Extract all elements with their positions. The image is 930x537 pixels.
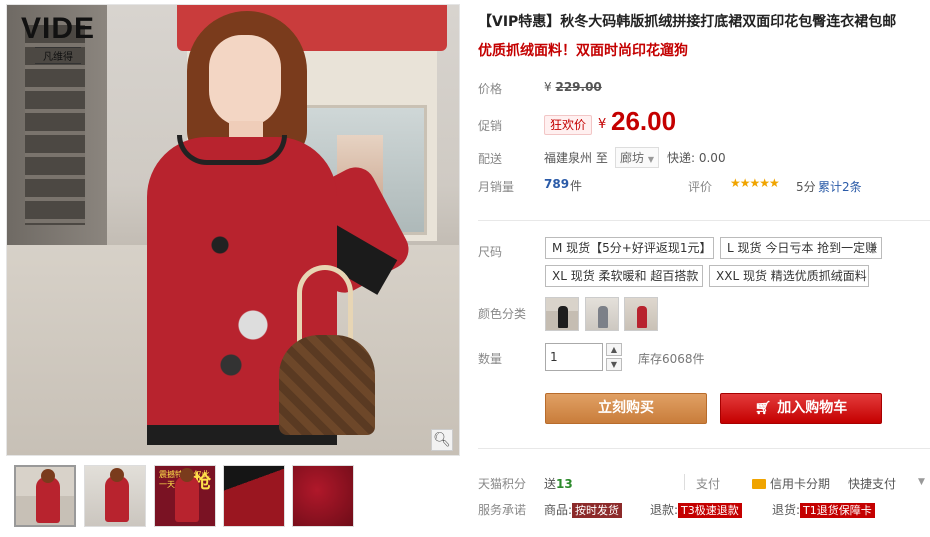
thumbnail-figure <box>175 468 199 522</box>
quantity-input[interactable] <box>545 343 603 371</box>
service-item-return: 退货: T1退货保障卡 <box>772 501 875 518</box>
rating-stars-icon: ★★★★★ <box>730 176 780 190</box>
service-item-refund: 退款: T3极速退款 <box>650 501 742 518</box>
buy-now-button[interactable]: 立刻购买 <box>545 393 707 424</box>
points-number: 13 <box>556 477 573 491</box>
review-count-link[interactable]: 累计2条 <box>818 178 862 195</box>
monthly-sales: 789 <box>544 177 570 191</box>
rating-score: 5分 <box>796 180 816 194</box>
main-product-image[interactable]: VIDE 凡维得 🔍︎ <box>6 4 460 456</box>
points-value: 送13 <box>544 475 573 492</box>
size-option-l[interactable]: L 现货 今日亏本 抢到一定赚 <box>720 237 882 259</box>
quantity-increase-icon[interactable]: ▲ <box>606 343 622 356</box>
promo-currency: ¥ <box>598 117 607 132</box>
swatch-figure <box>598 306 608 328</box>
promo-price: 26.00 <box>611 106 677 136</box>
payment-fast[interactable]: 快捷支付 <box>848 475 896 492</box>
dress-collar <box>177 135 287 165</box>
add-to-cart-label: 加入购物车 <box>777 400 848 416</box>
quantity-decrease-icon[interactable]: ▼ <box>606 358 622 371</box>
chevron-down-icon: ▼ <box>647 155 654 164</box>
thumbnail-figure <box>36 469 60 523</box>
model-figure <box>137 5 417 455</box>
service-tag[interactable]: 按时发货 <box>572 503 623 518</box>
divider <box>684 474 685 490</box>
service-prefix: 商品: <box>544 503 573 517</box>
shipping-label: 配送 <box>478 152 503 166</box>
payment-credit[interactable]: 信用卡分期 <box>752 475 830 492</box>
promo-tag: 狂欢价 <box>544 115 592 135</box>
color-option-black[interactable] <box>545 297 579 331</box>
original-price-value: 229.00 <box>555 80 602 94</box>
sales-label: 月销量 <box>478 180 515 194</box>
thumbnail-3[interactable]: 震撼特价 仅此一天 抢 <box>154 465 216 527</box>
size-option-m[interactable]: M 现货【5分+好评返现1元】 <box>545 237 714 259</box>
divider <box>478 448 930 449</box>
original-price: ¥ 229.00 <box>544 80 602 94</box>
handbag-handle <box>297 265 353 345</box>
size-option-xl[interactable]: XL 现货 柔软暖和 超百搭款 <box>545 265 703 287</box>
service-prefix: 退货: <box>772 503 801 517</box>
swatch-figure <box>558 306 568 328</box>
price-currency: ¥ <box>544 80 552 94</box>
credit-card-icon <box>752 479 766 489</box>
thumbnail-1[interactable] <box>14 465 76 527</box>
payment-label: 支付 <box>696 477 721 491</box>
product-subtitle: 优质抓绒面料！双面时尚印花遛狗 <box>478 43 688 59</box>
quantity-label: 数量 <box>478 352 503 366</box>
thumbnail-2[interactable] <box>84 465 146 527</box>
add-to-cart-button[interactable]: 🛒︎ 加入购物车 <box>720 393 882 424</box>
size-label: 尺码 <box>478 245 503 259</box>
size-option-xxl[interactable]: XXL 现货 精选优质抓绒面料 <box>709 265 869 287</box>
service-item-delivery: 商品: 按时发货 <box>544 501 623 518</box>
brand-name: VIDE <box>21 12 96 45</box>
chevron-down-icon[interactable]: ▼ <box>918 477 925 487</box>
product-title: 【VIP特惠】秋冬大码韩版抓绒拼接打底裙双面印花包臀连衣裙包邮 <box>478 14 897 30</box>
color-label: 颜色分类 <box>478 307 527 321</box>
payment-credit-label: 信用卡分期 <box>770 477 831 491</box>
ship-to-select[interactable]: 廊坊 ▼ <box>615 147 659 168</box>
ship-from: 福建泉州 至 <box>544 151 608 165</box>
stock-count: 库存6068件 <box>638 352 705 366</box>
thumbnail-5[interactable] <box>292 465 354 527</box>
cart-icon: 🛒︎ <box>754 401 772 416</box>
rating-label: 评价 <box>688 180 713 194</box>
service-label: 服务承诺 <box>478 503 527 517</box>
promo-label: 促销 <box>478 119 503 133</box>
thumbnail-4[interactable] <box>223 465 285 527</box>
monthly-sales-unit: 件 <box>570 179 583 193</box>
ship-to-value: 廊坊 <box>620 151 645 165</box>
thumbnail-figure <box>105 468 129 522</box>
service-tag[interactable]: T1退货保障卡 <box>800 503 875 518</box>
brand-logo: VIDE 凡维得 <box>21 13 95 64</box>
brand-sub: 凡维得 <box>35 47 82 64</box>
model-face <box>209 35 281 127</box>
zoom-icon[interactable]: 🔍︎ <box>431 429 453 451</box>
handbag <box>279 335 375 435</box>
color-option-red[interactable] <box>624 297 658 331</box>
color-option-grey[interactable] <box>585 297 619 331</box>
shipping-fee: 快递: 0.00 <box>667 151 726 165</box>
points-prefix: 送 <box>544 477 557 491</box>
price-label: 价格 <box>478 82 503 96</box>
swatch-figure <box>637 306 647 328</box>
points-label: 天猫积分 <box>478 477 527 491</box>
service-prefix: 退款: <box>650 503 679 517</box>
divider <box>478 220 930 221</box>
service-tag[interactable]: T3极速退款 <box>678 503 742 518</box>
